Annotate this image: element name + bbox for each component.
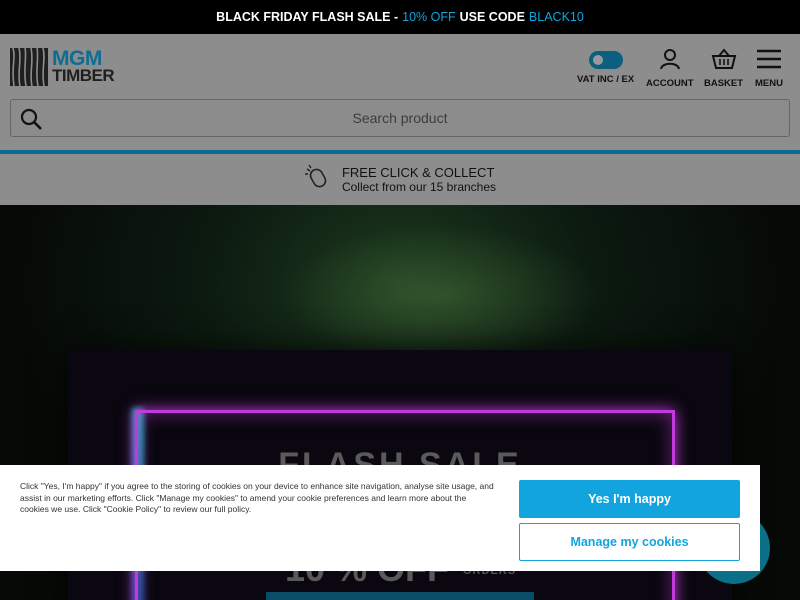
logo-woodgrain-icon bbox=[10, 48, 48, 86]
logo[interactable]: MGM TIMBER bbox=[10, 47, 115, 86]
cookie-banner: Click "Yes, I'm happy" if you agree to t… bbox=[0, 465, 760, 571]
vat-toggle[interactable]: VAT INC / EX bbox=[577, 48, 634, 85]
accept-cookies-button[interactable]: Yes I'm happy bbox=[519, 480, 740, 518]
search-input[interactable] bbox=[11, 100, 789, 136]
basket-label: BASKET bbox=[704, 78, 744, 89]
promo-text-code: BLACK10 bbox=[528, 10, 584, 24]
toggle-switch[interactable] bbox=[588, 51, 623, 69]
vat-label: VAT INC / EX bbox=[577, 74, 635, 85]
promo-text-discount: 10% OFF bbox=[402, 10, 456, 24]
search-bar[interactable] bbox=[10, 99, 790, 137]
mouse-click-icon bbox=[304, 163, 334, 196]
account-label: ACCOUNT bbox=[646, 78, 694, 89]
logo-text-timber: TIMBER bbox=[52, 66, 115, 85]
promo-bar: BLACK FRIDAY FLASH SALE - 10% OFF USE CO… bbox=[0, 0, 800, 34]
collect-subtitle: Collect from our 15 branches bbox=[341, 180, 497, 194]
menu-label: MENU bbox=[755, 78, 783, 89]
user-icon bbox=[659, 48, 681, 73]
logo-text-mgm: MGM bbox=[52, 47, 102, 70]
hero-smoke bbox=[280, 225, 600, 365]
hamburger-icon bbox=[756, 48, 782, 73]
hero-cta[interactable] bbox=[266, 592, 534, 600]
manage-cookies-button[interactable]: Manage my cookies bbox=[519, 523, 740, 561]
basket-button[interactable]: BASKET bbox=[704, 48, 743, 89]
cookie-message: Click "Yes, I'm happy" if you agree to t… bbox=[20, 481, 494, 514]
click-collect-banner[interactable]: FREE CLICK & COLLECT Collect from our 15… bbox=[0, 154, 800, 205]
promo-text-code-label: USE CODE bbox=[459, 10, 525, 24]
menu-button[interactable]: MENU bbox=[755, 48, 783, 89]
basket-icon bbox=[711, 48, 737, 73]
promo-text-sale: BLACK FRIDAY FLASH SALE - bbox=[216, 10, 399, 24]
site-header: MGM TIMBER VAT INC / EX ACCOUNT BASKET M… bbox=[0, 34, 800, 150]
collect-title: FREE CLICK & COLLECT bbox=[341, 165, 495, 180]
account-button[interactable]: ACCOUNT bbox=[646, 48, 694, 89]
search-icon[interactable] bbox=[20, 108, 42, 135]
